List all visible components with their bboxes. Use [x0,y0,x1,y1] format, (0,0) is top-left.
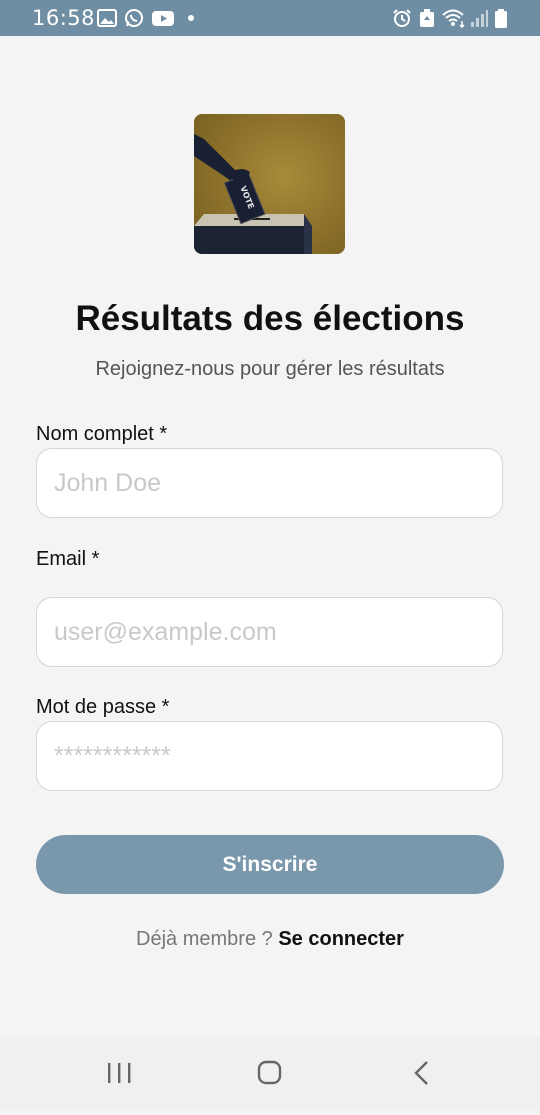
page-title: Résultats des élections [75,299,465,338]
battery-icon [495,9,507,28]
email-input[interactable] [36,597,503,667]
whatsapp-icon [125,9,143,27]
image-icon [97,9,117,27]
page-subtitle: Rejoignez-nous pour gérer les résultats [95,358,445,380]
signup-button[interactable]: S'inscrire [36,835,504,894]
login-link[interactable]: Se connecter [278,928,404,950]
home-icon [257,1060,282,1085]
home-button[interactable] [230,1037,310,1110]
wifi-icon [442,9,465,28]
status-time: 16:58 [32,6,96,30]
alarm-icon [393,9,411,27]
dot-icon [188,15,194,21]
signal-icon [471,10,488,27]
login-prompt: Déjà membre ? Se connecter [0,928,540,951]
password-input[interactable] [36,721,503,791]
status-bar: 16:58 [0,0,540,36]
recent-apps-icon [108,1063,131,1083]
email-label: Email * [36,548,100,570]
back-button[interactable] [381,1037,461,1110]
recent-apps-button[interactable] [79,1037,159,1110]
back-icon [414,1061,428,1085]
already-member-text: Déjà membre ? [136,928,273,950]
ballot-box-vote-icon: VOTE [194,114,345,254]
app-logo: VOTE [194,114,345,254]
android-icon [420,9,434,27]
password-label: Mot de passe * [36,696,170,718]
youtube-icon [152,11,174,26]
name-input[interactable] [36,448,503,518]
navigation-bar [0,1037,540,1110]
name-label: Nom complet * [36,423,168,445]
